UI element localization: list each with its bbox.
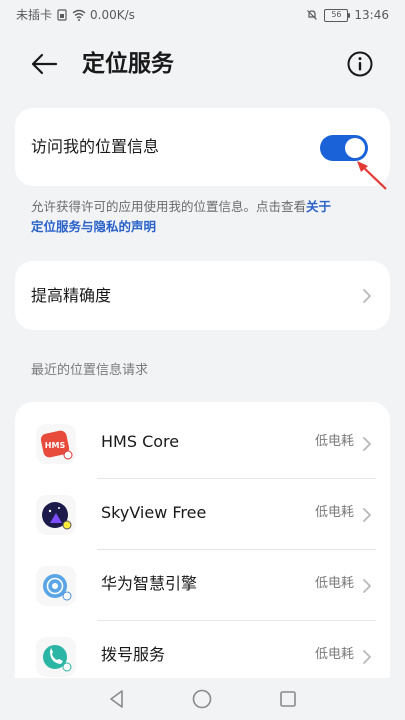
app-usage: 低电耗 (314, 505, 354, 520)
improve-precision-row[interactable]: 提高精确度 (15, 261, 390, 330)
improve-precision-label: 提高精确度 (31, 286, 112, 305)
privacy-statement-link[interactable]: 定位服务与隐私的声明 (31, 219, 156, 234)
wifi-icon (72, 9, 86, 21)
nav-back-icon[interactable] (106, 688, 128, 710)
nav-recents-icon[interactable] (277, 688, 299, 710)
huawei-smart-engine-icon (36, 566, 76, 606)
chevron-right-icon (363, 579, 371, 593)
back-arrow-icon (31, 53, 58, 75)
location-access-label: 访问我的位置信息 (31, 137, 160, 156)
carrier-label: 未插卡 (16, 8, 53, 22)
privacy-link-prefix[interactable]: 关于 (306, 199, 331, 214)
app-name: SkyView Free (101, 503, 207, 522)
network-speed: 0.00K/s (90, 8, 135, 22)
navigation-bar (0, 678, 405, 720)
mute-bell-icon (307, 10, 318, 20)
skyview-icon (36, 495, 76, 535)
app-usage: 低电耗 (314, 434, 354, 449)
app-name: HMS Core (101, 432, 180, 451)
status-left: 未插卡 0.00K/s (16, 7, 135, 23)
title-bar: 定位服务 (0, 38, 405, 90)
info-icon[interactable] (345, 49, 375, 79)
dialer-service-icon (36, 637, 76, 677)
app-name: 拨号服务 (101, 645, 166, 664)
status-time: 13:46 (354, 8, 389, 22)
chevron-right-icon (363, 437, 371, 451)
location-access-card: 访问我的位置信息 (15, 108, 390, 186)
battery-icon: 56 (324, 8, 351, 22)
hms-core-icon: HMS (36, 424, 76, 464)
list-item[interactable]: 华为智慧引擎 低电耗 (15, 550, 390, 621)
sim-icon (57, 9, 67, 21)
location-description: 允许获得许可的应用使用我的位置信息。点击查看关于 定位服务与隐私的声明 (31, 197, 376, 237)
recent-requests-list: HMS HMS Core 低电耗 SkyView Free 低电耗 华为智慧引擎… (15, 402, 390, 692)
toggle-knob (345, 138, 365, 158)
page-title: 定位服务 (82, 51, 174, 77)
chevron-right-icon (363, 650, 371, 664)
annotation-arrow-icon (357, 161, 387, 190)
nav-home-icon[interactable] (191, 688, 213, 710)
list-item[interactable]: HMS HMS Core 低电耗 (15, 408, 390, 479)
app-usage: 低电耗 (314, 576, 354, 591)
app-name: 华为智慧引擎 (101, 574, 198, 593)
description-text: 允许获得许可的应用使用我的位置信息。点击查看 (31, 199, 307, 214)
chevron-right-icon (363, 508, 371, 522)
status-right: 56 13:46 (306, 7, 389, 23)
recent-requests-title: 最近的位置信息请求 (31, 363, 149, 378)
status-bar: 未插卡 0.00K/s 56 13:46 (0, 0, 405, 30)
list-item[interactable]: SkyView Free 低电耗 (15, 479, 390, 550)
chevron-right-icon (363, 289, 371, 303)
back-button[interactable] (28, 50, 60, 78)
app-usage: 低电耗 (314, 647, 354, 662)
svg-text:HMS: HMS (45, 441, 66, 450)
